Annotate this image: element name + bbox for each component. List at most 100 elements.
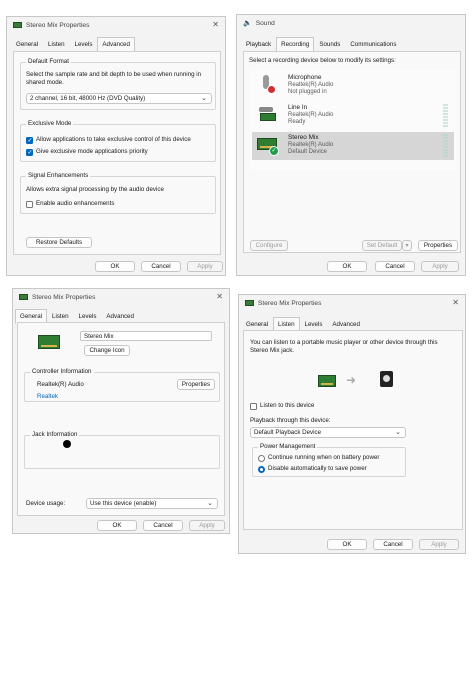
sound-card-icon (318, 375, 336, 387)
general-panel: Stereo Mix Change Icon Controller Inform… (17, 322, 225, 516)
format-dropdown[interactable]: 2 channel, 16 bit, 48000 Hz (DVD Quality… (26, 93, 212, 104)
controller-information-title: Controller Information (30, 368, 94, 375)
close-icon[interactable]: ✕ (216, 292, 223, 301)
listen-checkbox[interactable] (250, 403, 257, 410)
listen-panel: You can listen to a portable music playe… (243, 330, 463, 530)
cancel-button[interactable]: Cancel (373, 539, 413, 550)
line-in-icon (257, 105, 277, 125)
vendor-link[interactable]: Realtek (37, 393, 58, 401)
listen-description: You can listen to a portable music playe… (250, 339, 438, 354)
sound-recording-window: 🔈 Sound Playback Recording Sounds Commun… (236, 14, 466, 276)
exclusive-mode-group: Exclusive Mode Allow applications to tak… (20, 120, 216, 162)
device-status: Not plugged in (288, 89, 327, 95)
device-driver: Realtek(R) Audio (288, 142, 334, 148)
chevron-down-icon: ⌄ (395, 429, 401, 436)
controller-properties-button[interactable]: Properties (177, 379, 215, 390)
device-name-input[interactable]: Stereo Mix (80, 331, 212, 341)
cancel-button[interactable]: Cancel (141, 261, 181, 272)
tab-playback[interactable]: Playback (241, 37, 276, 52)
listen-label: Listen to this device (260, 402, 315, 409)
restore-defaults-button[interactable]: Restore Defaults (26, 237, 92, 248)
continue-running-radio[interactable] (258, 455, 265, 462)
title-bar: Stereo Mix Properties ✕ (13, 289, 229, 305)
stereo-mix-general-window: Stereo Mix Properties ✕ General Listen L… (12, 288, 230, 534)
signal-enhancements-title: Signal Enhancements (26, 172, 91, 179)
device-status: Ready (288, 119, 306, 125)
configure-button[interactable]: Configure (250, 240, 288, 251)
apply-button[interactable]: Apply (419, 539, 459, 550)
power-management-group: Power Management Continue running when o… (252, 443, 406, 477)
tab-advanced[interactable]: Advanced (97, 37, 135, 52)
default-check-icon: ✓ (269, 146, 279, 156)
signal-enhancements-description: Allows extra signal processing by the au… (26, 186, 164, 193)
change-icon-button[interactable]: Change Icon (84, 345, 130, 356)
default-format-title: Default Format (26, 58, 71, 65)
sound-card-icon (245, 300, 254, 306)
device-icon (38, 335, 60, 349)
sound-card-icon (13, 22, 22, 28)
speaker-icon (380, 371, 393, 387)
tab-general[interactable]: General (11, 37, 43, 52)
exclusive-priority-checkbox[interactable] (26, 149, 33, 156)
power-management-title: Power Management (258, 443, 318, 450)
apply-button[interactable]: Apply (189, 520, 225, 531)
set-default-dropdown[interactable]: ▾ (402, 240, 412, 251)
level-meter (443, 134, 448, 158)
stereo-mix-listen-window: Stereo Mix Properties ✕ General Listen L… (238, 294, 466, 554)
device-list: Microphone Realtek(R) Audio Not plugged … (250, 70, 456, 170)
tab-listen[interactable]: Listen (43, 37, 70, 52)
ok-button[interactable]: OK (95, 261, 135, 272)
device-driver: Realtek(R) Audio (288, 112, 334, 118)
device-usage-dropdown[interactable]: Use this device (enable) ⌄ (86, 498, 218, 509)
tab-sounds[interactable]: Sounds (314, 37, 345, 52)
tab-communications[interactable]: Communications (345, 37, 401, 52)
exclusive-mode-title: Exclusive Mode (26, 120, 74, 127)
apply-button[interactable]: Apply (187, 261, 223, 272)
title-bar: 🔈 Sound (237, 15, 465, 31)
level-meter (443, 104, 448, 128)
window-title: Stereo Mix Properties (258, 299, 322, 307)
cancel-button[interactable]: Cancel (375, 261, 415, 272)
device-name: Line In (288, 104, 308, 111)
signal-enhancements-group: Signal Enhancements Allows extra signal … (20, 172, 216, 214)
apply-button[interactable]: Apply (421, 261, 459, 272)
tab-strip: General Listen Levels Advanced (11, 37, 135, 52)
tab-recording[interactable]: Recording (276, 37, 315, 52)
chevron-down-icon: ⌄ (201, 95, 207, 102)
jack-information-title: Jack Information (30, 431, 80, 438)
disable-automatically-label: Disable automatically to save power (268, 465, 367, 472)
window-title: Stereo Mix Properties (32, 293, 96, 301)
chevron-down-icon: ⌄ (207, 500, 213, 507)
speaker-icon: 🔈 (243, 20, 252, 27)
recording-panel: Select a recording device below to modif… (243, 51, 461, 253)
device-status: Default Device (288, 149, 328, 155)
device-row-stereo-mix[interactable]: ✓ Stereo Mix Realtek(R) Audio Default De… (252, 132, 454, 160)
arrow-right-icon: ➜ (346, 373, 357, 387)
exclusive-control-label: Allow applications to take exclusive con… (36, 136, 191, 143)
ok-button[interactable]: OK (327, 261, 367, 272)
device-row-microphone[interactable]: Microphone Realtek(R) Audio Not plugged … (252, 72, 454, 100)
ok-button[interactable]: OK (97, 520, 137, 531)
format-value: 2 channel, 16 bit, 48000 Hz (DVD Quality… (30, 95, 146, 102)
properties-button[interactable]: Properties (418, 240, 458, 251)
close-icon[interactable]: ✕ (212, 20, 219, 29)
default-format-group: Default Format Select the sample rate an… (20, 58, 216, 110)
device-usage-label: Device usage: (26, 500, 66, 507)
device-usage-value: Use this device (enable) (90, 500, 157, 507)
device-name: Microphone (288, 74, 322, 81)
ok-button[interactable]: OK (327, 539, 367, 550)
audio-enhancements-checkbox[interactable] (26, 201, 33, 208)
close-icon[interactable]: ✕ (452, 298, 459, 307)
title-bar: Stereo Mix Properties ✕ (7, 17, 225, 33)
exclusive-priority-label: Give exclusive mode applications priorit… (36, 148, 148, 155)
playback-device-label: Playback through this device: (250, 417, 331, 424)
tab-levels[interactable]: Levels (70, 37, 98, 52)
set-default-button[interactable]: Set Default (362, 240, 402, 251)
advanced-panel: Default Format Select the sample rate an… (13, 51, 221, 255)
stereo-mix-advanced-window: Stereo Mix Properties ✕ General Listen L… (6, 16, 226, 276)
exclusive-control-checkbox[interactable] (26, 137, 33, 144)
device-row-line-in[interactable]: Line In Realtek(R) Audio Ready (252, 102, 454, 130)
playback-device-dropdown[interactable]: Default Playback Device ⌄ (250, 427, 406, 438)
cancel-button[interactable]: Cancel (143, 520, 183, 531)
disable-automatically-radio[interactable] (258, 466, 265, 473)
